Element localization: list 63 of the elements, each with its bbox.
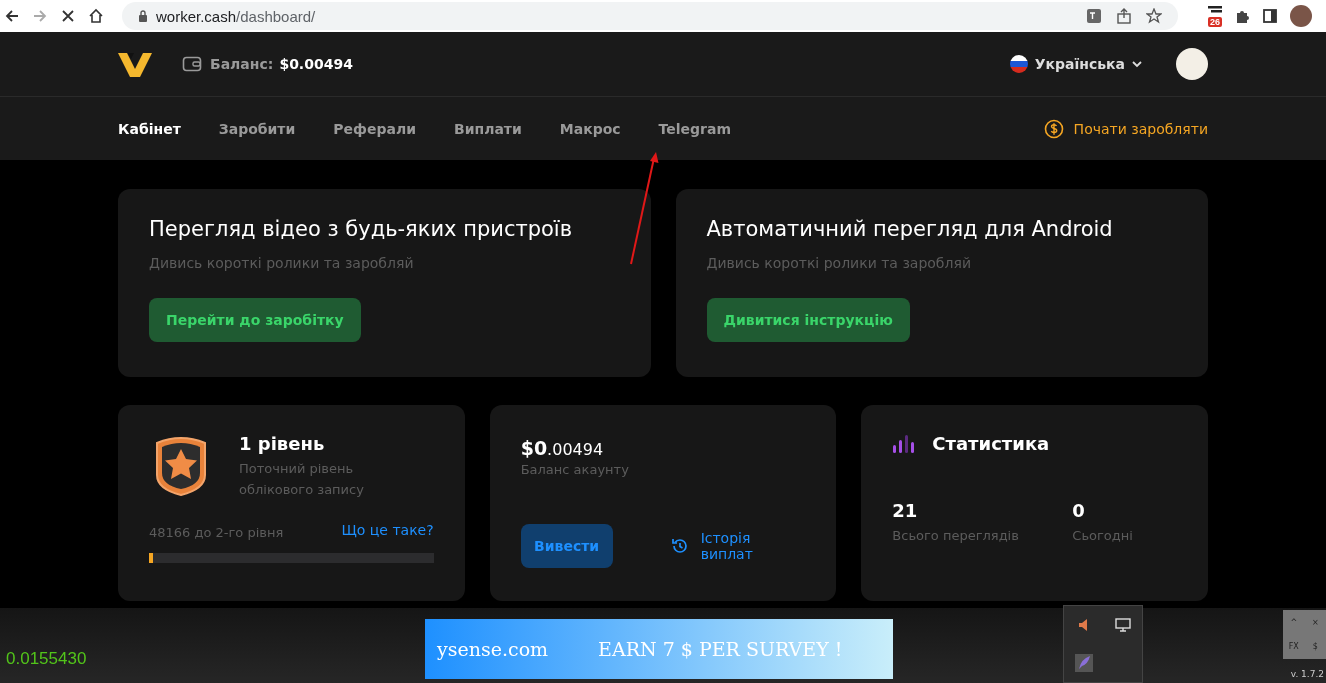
start-earning-link[interactable]: Почати заробляти xyxy=(1043,118,1208,139)
nav-tab[interactable]: Telegram xyxy=(658,120,732,137)
logo-icon[interactable] xyxy=(118,51,152,77)
card-title: Автоматичний перегляд для Android xyxy=(706,217,1114,241)
feather-icon[interactable] xyxy=(1074,653,1093,672)
balance-label: Баланс: xyxy=(210,56,274,72)
back-icon[interactable] xyxy=(4,8,20,24)
action-button[interactable]: Дивитися інструкцію xyxy=(706,298,910,342)
dollar-coin-icon xyxy=(1043,118,1064,139)
widget-key[interactable]: $ xyxy=(1312,642,1318,652)
translate-icon[interactable] xyxy=(1086,8,1102,24)
history-icon xyxy=(670,537,689,555)
version-text: v. 1.7.2 xyxy=(1290,669,1325,679)
nav-tab[interactable]: Кабінет xyxy=(118,120,181,137)
ad-banner[interactable]: ysense.com EARN 7 $ PER SURVEY ! xyxy=(425,618,893,679)
balance-amount: $0.00494 xyxy=(520,437,605,459)
balance-label: Баланс акаунту xyxy=(520,461,630,479)
flag-icon xyxy=(1009,55,1028,73)
widget-key[interactable]: × xyxy=(1311,617,1319,627)
url-text: worker.cash/dashboard/ xyxy=(156,7,316,25)
stat-value: 0 xyxy=(1072,500,1086,521)
level-description: Поточний рівень облікового запису xyxy=(239,460,365,499)
balance-value: $0.00494 xyxy=(279,56,353,72)
home-icon[interactable] xyxy=(88,8,104,24)
progress-text: 48166 до 2-го рівня xyxy=(149,524,284,542)
card-subtitle: Дивись короткі ролики та заробляй xyxy=(149,255,415,271)
monitor-icon[interactable] xyxy=(1114,616,1131,633)
widget-key[interactable]: ^ xyxy=(1290,617,1298,627)
wallet-icon xyxy=(182,55,202,73)
card-title: Перегляд відео з будь-яких пристроїв xyxy=(149,217,574,241)
nav-tab[interactable]: Заробити xyxy=(218,120,296,137)
stat-label: Всього переглядів xyxy=(892,527,1020,545)
stop-icon[interactable] xyxy=(60,8,76,24)
nav-tab[interactable]: Реферали xyxy=(333,120,416,137)
language-selector[interactable]: Українська xyxy=(1009,55,1142,73)
bar-chart-icon xyxy=(892,434,915,453)
bars-icon xyxy=(1208,5,1222,16)
profile-avatar[interactable] xyxy=(1290,5,1312,27)
action-button[interactable]: Перейти до заробітку xyxy=(149,298,361,342)
stat-value: 21 xyxy=(892,500,919,521)
share-icon[interactable] xyxy=(1116,8,1132,24)
card-subtitle: Дивись короткі ролики та заробляй xyxy=(706,255,972,271)
nav-tab[interactable]: Виплати xyxy=(454,120,522,137)
chevron-down-icon xyxy=(1132,60,1142,68)
lock-icon xyxy=(138,10,148,22)
count-badge: 26 xyxy=(1208,16,1222,27)
extension-icon[interactable]: 26 xyxy=(1208,5,1222,27)
sidebar-icon[interactable] xyxy=(1262,8,1278,24)
user-avatar[interactable] xyxy=(1176,48,1208,80)
widget-key[interactable]: FX xyxy=(1288,642,1299,652)
nav-tab[interactable]: Макрос xyxy=(559,120,621,137)
stat-label: Сьогодні xyxy=(1072,527,1134,545)
star-icon[interactable] xyxy=(1146,8,1162,24)
level-title: 1 рівень xyxy=(239,433,326,454)
ticker-value: 0.0155430 xyxy=(5,649,88,670)
statistics-title: Статистика xyxy=(932,433,1050,454)
ad-text: EARN 7 $ PER SURVEY ! xyxy=(598,637,843,660)
address-bar[interactable]: worker.cash/dashboard/ xyxy=(122,2,1178,30)
puzzle-icon[interactable] xyxy=(1234,8,1250,24)
info-link[interactable]: Що це таке? xyxy=(341,522,434,543)
payout-history-link[interactable]: Історія виплат xyxy=(670,530,806,562)
withdraw-button[interactable]: Вивести xyxy=(520,524,613,568)
ad-site-name: ysense.com xyxy=(437,637,549,660)
